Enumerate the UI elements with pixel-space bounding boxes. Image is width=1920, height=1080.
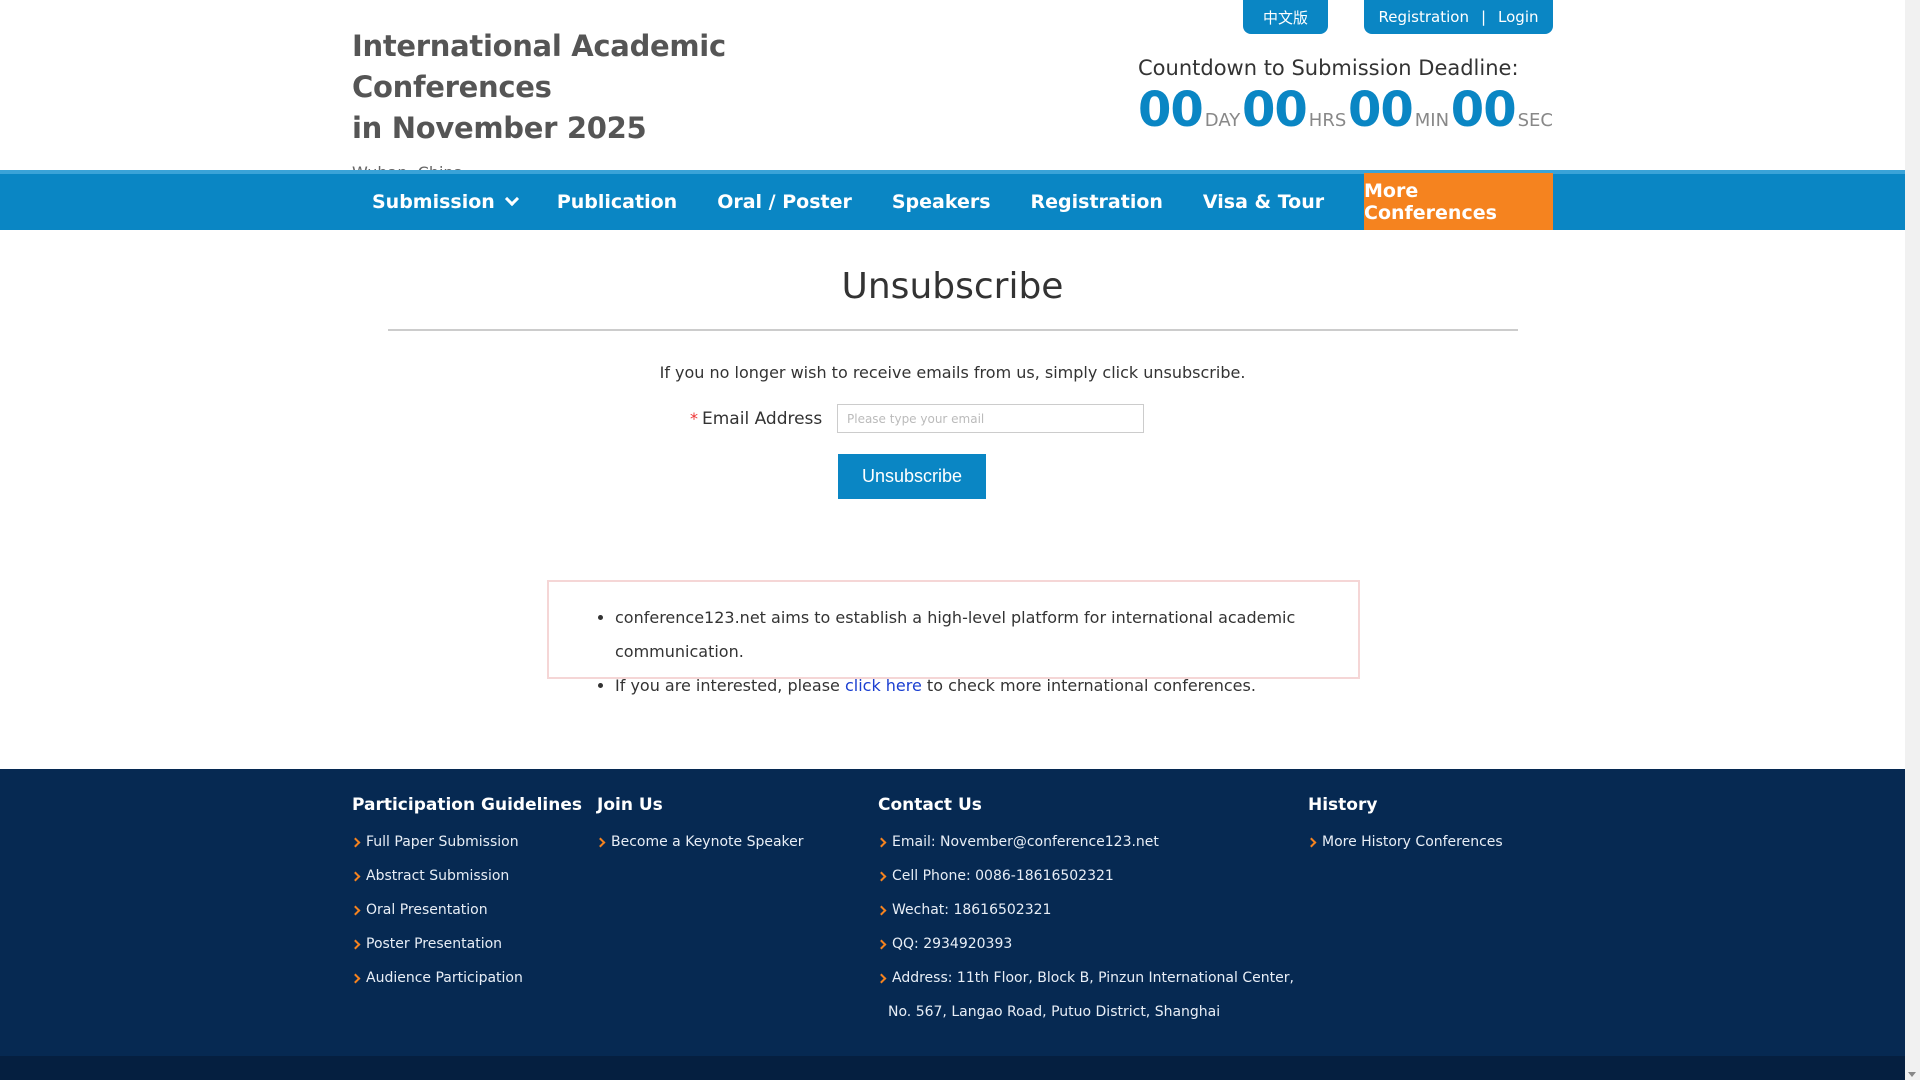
- footer-contact: Contact Us Email: November@conference123…: [878, 795, 1294, 1029]
- main-nav: Submission Publication Oral / Poster Spe…: [0, 170, 1905, 230]
- scroll-down-arrow-icon[interactable]: [1908, 1072, 1916, 1077]
- footer-link-audience[interactable]: Audience Participation: [352, 961, 582, 995]
- chevron-down-icon[interactable]: [504, 191, 519, 207]
- footer-link-history[interactable]: More History Conferences: [1308, 825, 1503, 859]
- email-input[interactable]: [837, 404, 1144, 433]
- required-mark: *: [690, 409, 698, 428]
- countdown-minutes: 00 MIN: [1348, 82, 1449, 138]
- chinese-version-button[interactable]: 中文版: [1243, 0, 1328, 34]
- footer-contact-address: Address: 11th Floor, Block B, Pinzun Int…: [878, 961, 1294, 995]
- site-title-line2[interactable]: in November 2025: [352, 111, 647, 145]
- email-form-row: * Email Address: [690, 404, 1144, 433]
- footer-contact-phone: Cell Phone: 0086-18616502321: [878, 859, 1294, 893]
- nav-item-registration[interactable]: Registration: [1011, 174, 1183, 230]
- countdown-days-label: DAY: [1204, 110, 1241, 131]
- footer-history-heading: History: [1308, 795, 1378, 815]
- footer-link-full-paper[interactable]: Full Paper Submission: [352, 825, 582, 859]
- unsubscribe-button[interactable]: Unsubscribe: [838, 454, 986, 499]
- footer-link-keynote[interactable]: Become a Keynote Speaker: [597, 825, 804, 859]
- footer-participation-list: Full Paper Submission Abstract Submissio…: [352, 825, 582, 995]
- countdown-days: 00 DAY: [1138, 82, 1240, 138]
- nav-item-submission[interactable]: Submission: [352, 174, 537, 230]
- countdown-row: 00 DAY 00 HRS 00 MIN 00 SEC: [1138, 82, 1553, 138]
- footer-history-list: More History Conferences: [1308, 825, 1503, 859]
- info-box: conference123.net aims to establish a hi…: [547, 580, 1360, 695]
- login-link[interactable]: Login: [1498, 8, 1538, 26]
- footer-contact-wechat: Wechat: 18616502321: [878, 893, 1294, 927]
- link-separator: |: [1480, 8, 1487, 26]
- nav-item-submission-label[interactable]: Submission: [372, 191, 495, 213]
- footer-link-oral[interactable]: Oral Presentation: [352, 893, 582, 927]
- title-divider: [388, 329, 1518, 331]
- footer-contact-address-cont: No. 567, Langao Road, Putuo District, Sh…: [888, 1004, 1221, 1020]
- footer-bottom-bar: [0, 1056, 1905, 1080]
- site-brand: International Academic Conferences in No…: [352, 26, 912, 182]
- footer-participation: Participation Guidelines Full Paper Subm…: [352, 795, 582, 995]
- nav-item-speakers[interactable]: Speakers: [872, 174, 1011, 230]
- registration-link[interactable]: Registration: [1379, 8, 1469, 26]
- info-item-more: If you are interested, please click here…: [615, 669, 1358, 703]
- footer-contact-qq: QQ: 2934920393: [878, 927, 1294, 961]
- footer-join-heading: Join Us: [597, 795, 663, 815]
- countdown-hours-label: HRS: [1308, 110, 1347, 131]
- info-text-post: to check more international conferences.: [921, 676, 1256, 695]
- footer-contact-heading: Contact Us: [878, 795, 982, 815]
- site-title[interactable]: International Academic Conferences in No…: [352, 26, 912, 149]
- info-text-pre: If you are interested, please: [615, 676, 845, 695]
- countdown-hours: 00 HRS: [1242, 82, 1346, 138]
- site-title-line1[interactable]: International Academic Conferences: [352, 29, 726, 104]
- account-links: Registration | Login: [1364, 0, 1553, 34]
- page-title: Unsubscribe: [841, 266, 1064, 307]
- countdown-hours-value: 00: [1241, 82, 1308, 138]
- footer-join: Join Us Become a Keynote Speaker: [597, 795, 804, 859]
- site-footer: Participation Guidelines Full Paper Subm…: [0, 769, 1905, 1056]
- footer-link-poster[interactable]: Poster Presentation: [352, 927, 582, 961]
- footer-contact-list: Email: November@conference123.net Cell P…: [878, 825, 1294, 1029]
- countdown-title: Countdown to Submission Deadline:: [1138, 56, 1519, 80]
- countdown-minutes-value: 00: [1347, 82, 1414, 138]
- nav-items: Submission Publication Oral / Poster Spe…: [352, 174, 1467, 230]
- footer-participation-heading: Participation Guidelines: [352, 795, 582, 815]
- footer-link-abstract[interactable]: Abstract Submission: [352, 859, 582, 893]
- footer-history: History More History Conferences: [1308, 795, 1503, 859]
- countdown-minutes-label: MIN: [1414, 110, 1450, 131]
- email-label: Email Address: [702, 408, 823, 429]
- countdown-seconds: 00 SEC: [1451, 82, 1553, 138]
- nav-item-oral-poster[interactable]: Oral / Poster: [697, 174, 872, 230]
- countdown-seconds-label: SEC: [1517, 110, 1553, 131]
- footer-join-list: Become a Keynote Speaker: [597, 825, 804, 859]
- nav-item-visa-tour[interactable]: Visa & Tour: [1183, 174, 1344, 230]
- info-item-platform: conference123.net aims to establish a hi…: [615, 601, 1358, 669]
- countdown-seconds-value: 00: [1450, 82, 1517, 138]
- nav-item-publication[interactable]: Publication: [537, 174, 697, 230]
- countdown-days-value: 00: [1138, 82, 1204, 138]
- footer-contact-email[interactable]: Email: November@conference123.net: [878, 825, 1294, 859]
- nav-item-more-conferences[interactable]: More Conferences: [1364, 173, 1553, 230]
- click-here-link[interactable]: click here: [845, 676, 922, 695]
- info-list: conference123.net aims to establish a hi…: [615, 601, 1358, 703]
- vertical-scrollbar[interactable]: [1905, 0, 1920, 1080]
- countdown-timer: Countdown to Submission Deadline: 00 DAY…: [1138, 56, 1553, 138]
- site-header: International Academic Conferences in No…: [0, 0, 1920, 182]
- unsubscribe-intro: If you no longer wish to receive emails …: [659, 363, 1246, 382]
